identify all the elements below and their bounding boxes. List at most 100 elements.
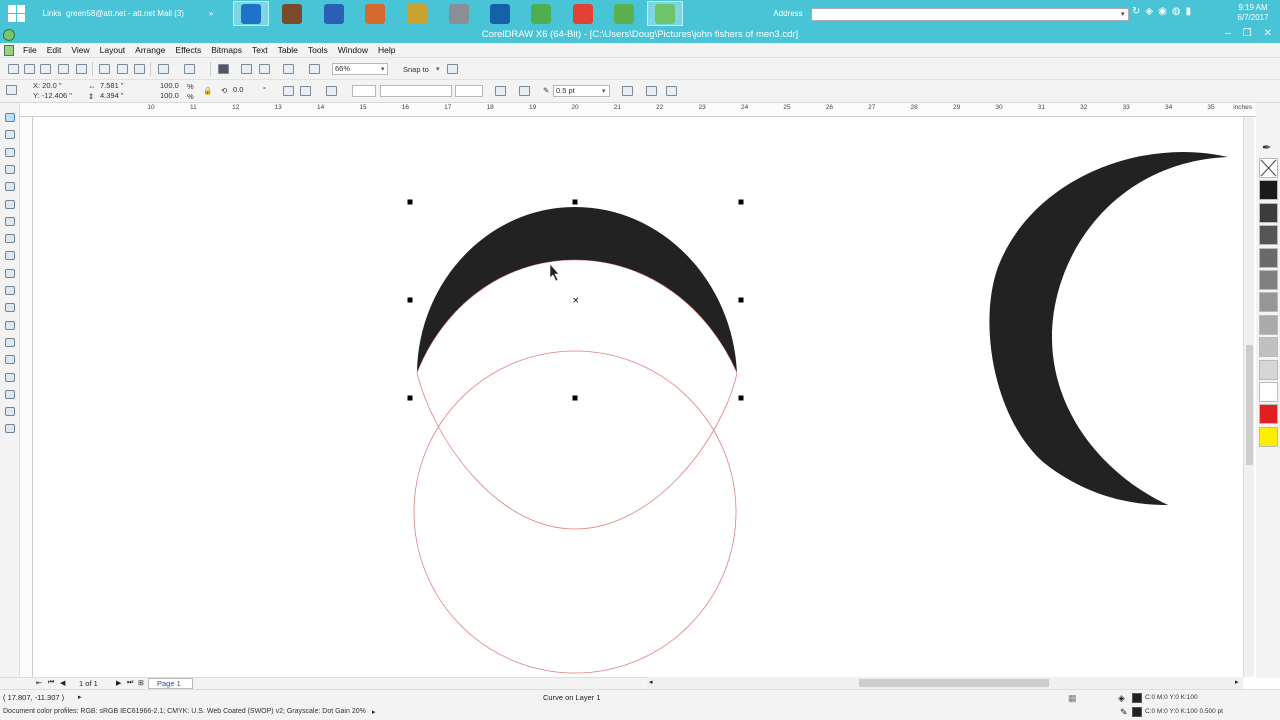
zoom-tool-icon[interactable]: [5, 164, 15, 174]
wrap-text-icon[interactable]: [519, 86, 530, 96]
paint-app-taskbar-button[interactable]: [357, 1, 393, 26]
save-icon[interactable]: [40, 64, 51, 74]
s-app-taskbar-button[interactable]: [482, 1, 518, 26]
vertical-scrollbar[interactable]: [1243, 117, 1254, 677]
text-tool-icon[interactable]: [5, 286, 15, 295]
refresh-icon[interactable]: ↻: [1132, 6, 1140, 17]
color-swatch[interactable]: [1259, 359, 1278, 380]
handle-top-left[interactable]: [407, 199, 413, 205]
options-icon[interactable]: [447, 64, 458, 74]
vertical-scroll-thumb[interactable]: [1246, 345, 1253, 465]
next-page-icon[interactable]: ▶: [116, 679, 121, 687]
extend-curve-icon[interactable]: [646, 86, 657, 96]
horizontal-scrollbar[interactable]: ◂ ▸: [647, 677, 1243, 689]
fill-swatch[interactable]: [1132, 693, 1142, 703]
drawing-canvas[interactable]: ×: [33, 117, 1243, 677]
color-swatch[interactable]: [1259, 382, 1278, 402]
color-swatch[interactable]: [1259, 292, 1278, 313]
minimize-button[interactable]: –: [1225, 28, 1231, 39]
internet-explorer-taskbar-button[interactable]: [233, 1, 269, 26]
width-field[interactable]: 7.581 ": [98, 82, 148, 91]
snap-to-button[interactable]: Snap to: [403, 65, 429, 74]
close-button[interactable]: ✕: [1264, 28, 1272, 39]
open-icon[interactable]: [24, 64, 35, 74]
height-field[interactable]: 4.394 ": [98, 92, 148, 101]
menu-table[interactable]: Table: [278, 45, 298, 55]
pen-app-taskbar-button[interactable]: [399, 1, 435, 26]
color-swatch[interactable]: [1259, 426, 1278, 447]
outline-width-dropdown-icon[interactable]: ▾: [602, 87, 606, 95]
interactive-fill-tool-icon[interactable]: [5, 424, 15, 434]
color-swatch[interactable]: [1259, 180, 1278, 201]
color-swatch[interactable]: [1259, 270, 1278, 290]
rotation-field[interactable]: 0.0: [231, 85, 261, 97]
color-mode-icon[interactable]: ▦: [1068, 693, 1077, 704]
word-app-taskbar-button[interactable]: [316, 1, 352, 26]
first-page-button-icon[interactable]: ⏮: [48, 679, 54, 687]
copy-icon[interactable]: [117, 64, 128, 74]
large-crescent-shape[interactable]: [989, 151, 1228, 506]
close-curve-icon[interactable]: [326, 86, 337, 96]
undo-icon[interactable]: [158, 64, 169, 74]
menu-text[interactable]: Text: [252, 45, 268, 55]
vertical-ruler[interactable]: [20, 117, 33, 677]
clock-time[interactable]: 9:19 AM: [1233, 3, 1273, 12]
blend-tool-icon[interactable]: [5, 355, 15, 365]
menu-file[interactable]: File: [23, 45, 37, 55]
import-icon[interactable]: [241, 64, 252, 74]
menu-bitmaps[interactable]: Bitmaps: [211, 45, 242, 55]
selected-crescent-shape[interactable]: [417, 207, 737, 373]
color-swatch[interactable]: [1259, 247, 1278, 268]
zoom-level-select[interactable]: 66%: [332, 63, 388, 75]
cut-icon[interactable]: [99, 64, 110, 74]
fill-tool-icon[interactable]: [5, 407, 15, 417]
clock-date[interactable]: 6/7/2017: [1233, 13, 1273, 22]
calendar-app-taskbar-button[interactable]: [274, 1, 310, 26]
last-page-icon[interactable]: ⏭: [127, 679, 133, 687]
object-origin-icon[interactable]: [6, 85, 17, 95]
smoothing-icon[interactable]: [622, 86, 633, 96]
search-content-icon[interactable]: [218, 64, 229, 74]
handle-middle-right[interactable]: [738, 297, 744, 303]
power-icon[interactable]: ▮: [1186, 6, 1192, 17]
table-tool-icon[interactable]: [5, 303, 15, 313]
horizontal-scroll-thumb[interactable]: [859, 679, 1049, 687]
menu-tools[interactable]: Tools: [308, 45, 328, 55]
shape-tool-icon[interactable]: [5, 130, 15, 140]
leaf-app-taskbar-button[interactable]: [523, 1, 559, 26]
scroll-right-icon[interactable]: ▸: [1235, 678, 1239, 686]
menu-effects[interactable]: Effects: [175, 45, 201, 55]
reduce-nodes-icon[interactable]: [666, 86, 677, 96]
links-toolbar-label[interactable]: Links: [38, 1, 66, 26]
zoom-dropdown-icon[interactable]: ▾: [381, 65, 385, 73]
scale-height-field[interactable]: 100.0: [158, 92, 184, 101]
dimension-tool-icon[interactable]: [5, 320, 15, 330]
drawing-area[interactable]: ×: [33, 117, 1243, 677]
welcome-screen-icon[interactable]: [309, 64, 320, 74]
horizontal-ruler[interactable]: inches 10 11 12 13 14 15 16 17 18 19 20 21 22 23 24 25 2…: [20, 103, 1256, 117]
first-page-icon[interactable]: ⇤: [36, 679, 42, 687]
menu-edit[interactable]: Edit: [47, 45, 62, 55]
menu-help[interactable]: Help: [378, 45, 395, 55]
smart-fill-tool-icon[interactable]: [5, 199, 15, 209]
status-expand-icon[interactable]: ▸: [78, 693, 82, 701]
handle-bottom-right[interactable]: [738, 395, 744, 401]
corel-leaf-app-taskbar-button[interactable]: [606, 1, 642, 26]
x-position-field[interactable]: X: 20.0 ": [31, 82, 83, 91]
color-swatch[interactable]: [1259, 337, 1278, 358]
crop-tool-icon[interactable]: [5, 147, 15, 157]
mirror-vertical-icon[interactable]: [300, 86, 311, 96]
paste-icon[interactable]: [134, 64, 145, 74]
connector-tool-icon[interactable]: [5, 337, 15, 347]
color-swatch[interactable]: [1259, 404, 1278, 425]
color-profiles-text[interactable]: Document color profiles: RGB: sRGB IEC61…: [3, 708, 366, 715]
application-launcher-icon[interactable]: [283, 64, 294, 74]
eyedropper-icon[interactable]: ✒: [1262, 141, 1271, 154]
handle-top-right[interactable]: [738, 199, 744, 205]
menu-view[interactable]: View: [71, 45, 89, 55]
address-dropdown-icon[interactable]: ▾: [1121, 8, 1130, 21]
rectangle-tool-icon[interactable]: [5, 216, 15, 226]
no-color-swatch[interactable]: [1259, 158, 1278, 178]
color-swatch[interactable]: [1259, 225, 1278, 246]
outline-tool-icon[interactable]: [5, 389, 15, 399]
